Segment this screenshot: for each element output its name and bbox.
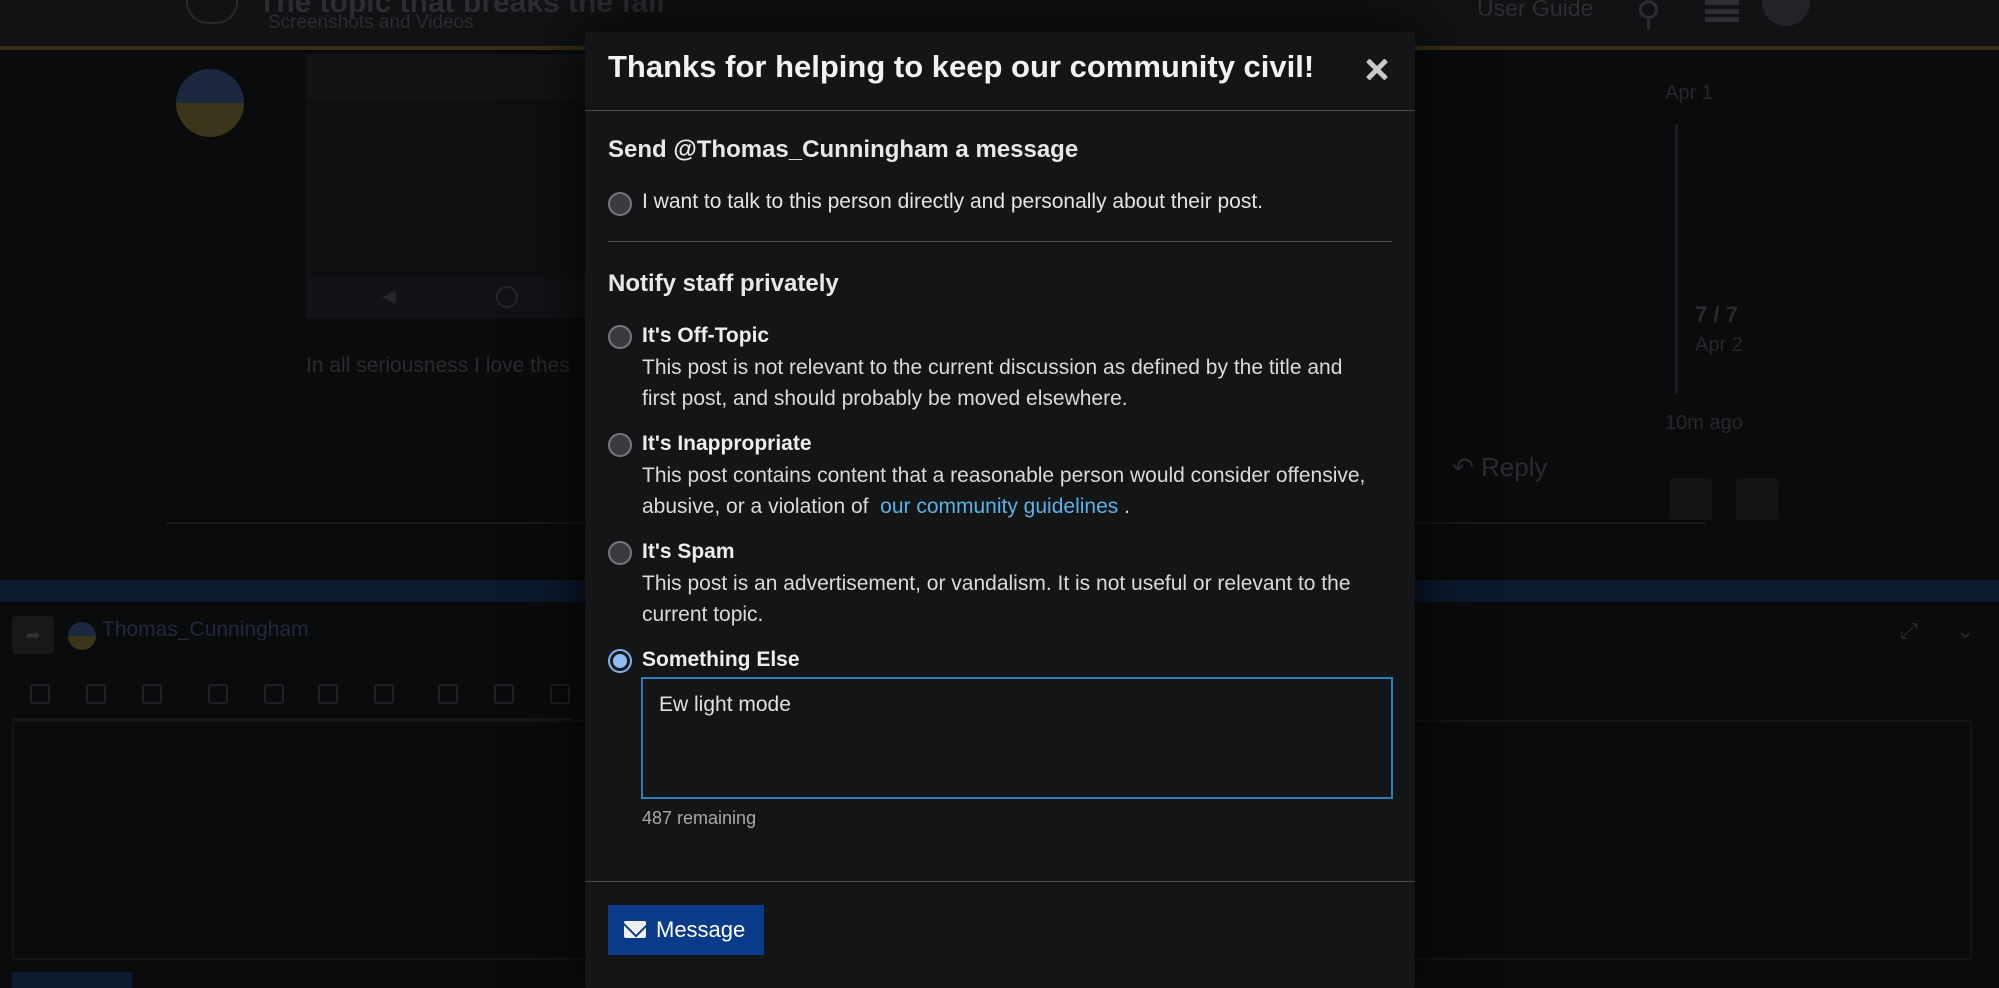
previous-icon[interactable]: ◀ [382,286,396,307]
timeline-scrollbar[interactable] [1675,124,1678,394]
blockquote-icon[interactable] [264,684,284,704]
bullet-list-icon[interactable] [438,684,458,704]
numbered-list-icon[interactable] [494,684,514,704]
reply-button[interactable]: ↶ Reply [1452,452,1548,483]
post-text: In all seriousness I love thes [306,354,570,377]
composer-toolbar [12,674,572,720]
timeline-count: 7 / 7 [1695,302,1738,327]
topic-category[interactable]: Screenshots and Videos [268,12,474,34]
modal-header: Thanks for helping to keep our community… [585,32,1415,111]
section-divider [608,241,1392,242]
timeline-reply-button[interactable] [1670,478,1712,520]
message-button[interactable]: Message [608,905,764,955]
timeline-end-date[interactable]: 10m ago [1665,412,1743,435]
staff-section-heading: Notify staff privately [608,270,839,297]
expand-icon[interactable]: ⤢ [1900,618,1918,644]
collapse-icon[interactable]: ⌄ [1956,618,1974,644]
media-controls: ◀ [306,278,606,318]
code-icon[interactable] [318,684,338,704]
user-avatar[interactable] [1762,0,1810,26]
flag-modal: Thanks for helping to keep our community… [585,32,1415,988]
inappropriate-description: This post contains content that a reason… [642,460,1382,522]
media-indicator-icon[interactable] [496,286,518,308]
reply-to-icon[interactable]: ➦ [12,616,54,654]
search-icon[interactable]: ⚲ [1636,0,1661,34]
radio-inappropriate[interactable] [608,433,632,457]
composer-username: Thomas_Cunningham [102,618,309,641]
radio-something-else[interactable] [608,649,632,673]
community-guidelines-link[interactable]: our community guidelines [880,495,1118,518]
remaining-characters: 487 remaining [642,808,757,828]
radio-message-user[interactable] [608,192,632,216]
notification-bell-button[interactable] [1736,478,1778,520]
calendar-icon[interactable] [550,684,570,704]
site-logo[interactable] [186,0,238,24]
flag-reason-textarea[interactable]: Ew light mode [641,677,1393,799]
message-section-heading: Send @Thomas_Cunningham a message [608,136,1079,163]
close-icon[interactable] [1361,51,1399,89]
quote-icon[interactable] [30,684,50,704]
spam-title[interactable]: It's Spam [642,540,735,564]
italic-icon[interactable] [142,684,162,704]
post-author-avatar[interactable] [176,69,244,137]
message-user-label[interactable]: I want to talk to this person directly a… [642,190,1263,214]
composer-reply-target[interactable]: Thomas_Cunningham [68,618,309,642]
off-topic-title[interactable]: It's Off-Topic [642,324,769,348]
something-else-title[interactable]: Something Else [642,648,800,672]
hamburger-menu-icon[interactable] [1705,0,1739,22]
envelope-icon [624,921,646,938]
off-topic-description: This post is not relevant to the current… [642,356,1343,410]
link-icon[interactable] [208,684,228,704]
user-guide-link[interactable]: User Guide [1477,0,1593,22]
message-button-label: Message [656,917,746,942]
modal-title: Thanks for helping to keep our community… [608,49,1315,84]
bold-icon[interactable] [86,684,106,704]
upload-icon[interactable] [374,684,394,704]
timeline-current-date: Apr 2 [1695,334,1743,356]
post-media [306,54,606,278]
inappropriate-title[interactable]: It's Inappropriate [642,432,812,456]
spam-description: This post is an advertisement, or vandal… [642,572,1351,626]
timeline-start-date[interactable]: Apr 1 [1665,82,1713,105]
reply-label: Reply [1481,452,1548,482]
footer-divider [585,881,1415,882]
inappropriate-description-end: . [1124,495,1130,518]
radio-spam[interactable] [608,541,632,565]
composer-submit-button[interactable] [12,972,132,988]
radio-off-topic[interactable] [608,325,632,349]
